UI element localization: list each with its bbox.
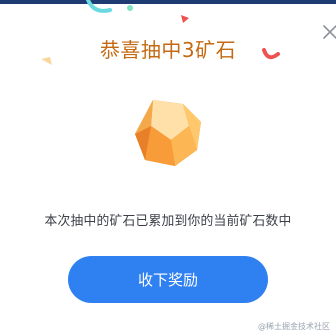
close-icon xyxy=(323,25,336,39)
confetti-red-triangle xyxy=(181,15,189,23)
watermark: @稀土掘金技术社区 xyxy=(258,322,330,331)
ore-stone-icon xyxy=(135,100,201,166)
reward-message: 本次抽中的矿石已累加到你的当前矿石数中 xyxy=(44,214,292,229)
reward-dialog: 恭喜抽中3矿石 本次抽中的矿石已累加到你的当前矿石数中 收下奖励 @稀土掘金技术… xyxy=(0,0,336,336)
close-button[interactable] xyxy=(322,24,336,40)
top-band xyxy=(0,0,336,4)
dialog-title: 恭喜抽中3矿石 xyxy=(99,38,237,62)
claim-reward-button-label: 收下奖励 xyxy=(137,271,198,289)
confetti-cyan-curl xyxy=(86,0,112,13)
confetti-dot xyxy=(127,5,133,11)
claim-reward-button[interactable]: 收下奖励 xyxy=(68,256,268,303)
